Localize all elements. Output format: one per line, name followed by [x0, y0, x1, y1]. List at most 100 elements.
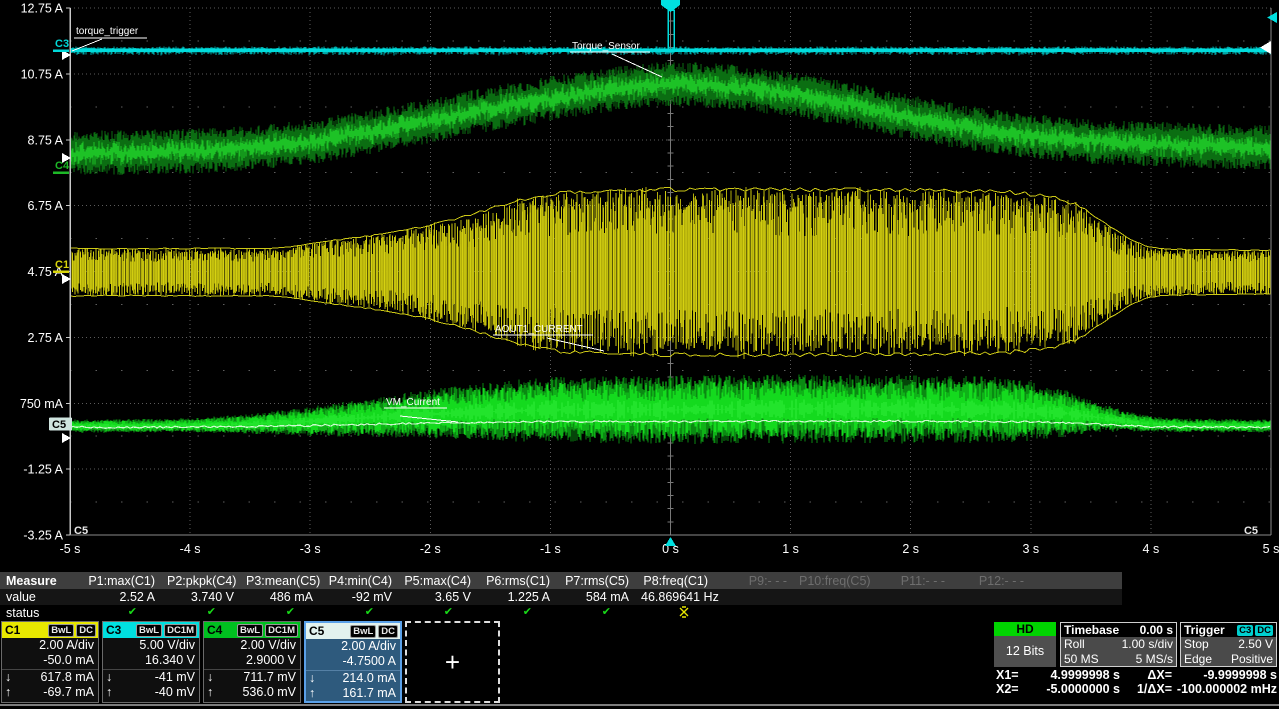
acquisition-hd-box[interactable]: HD 12 Bits — [994, 622, 1056, 667]
c3-cursor1-value: -41 mV — [155, 670, 195, 685]
channel-c1-axis-label: C1 — [55, 259, 69, 271]
y-axis-label: 12.75 A — [21, 2, 64, 16]
c5-coupling-badge: DC — [378, 625, 398, 638]
channel-descriptor-c5[interactable]: C5 BwL DC 2.00 A/div -4.7500 A ↓214.0 mA… — [304, 621, 402, 703]
c1-cursor2-value: -69.7 mA — [43, 685, 94, 700]
trigger-time-marker-icon[interactable] — [661, 0, 680, 12]
trace-annotation-label: Torque_Sensor — [572, 41, 640, 52]
cursor-readout: X1= 4.9999998 s ΔX= -9.9999998 s X2= -5.… — [996, 669, 1277, 696]
measure-value-2: 3.740 V — [167, 590, 246, 604]
measure-value-7: 584 mA — [562, 590, 641, 604]
measure-status-row-label: status — [0, 606, 88, 620]
cursor-up-arrow-icon: ↑ — [106, 685, 112, 700]
c4-cursor1-value: 711.7 mV — [243, 670, 296, 685]
cursor-invdx-label: 1/ΔX= — [1120, 683, 1172, 697]
add-trace-button[interactable]: + — [405, 621, 500, 703]
measure-header-11[interactable]: P11:- - - — [878, 574, 957, 588]
x-axis-label: 1 s — [782, 542, 799, 556]
y-axis-label: -1.25 A — [23, 463, 63, 477]
cursor-up-arrow-icon: ↑ — [5, 685, 11, 700]
trace-annotation-label: torque_trigger — [76, 26, 139, 37]
measure-header-7[interactable]: P7:rms(C5) — [562, 574, 641, 588]
channel-descriptor-c3[interactable]: C3 BwL DC1M 5.00 V/div 16.340 V ↓-41 mV … — [102, 621, 200, 703]
c4-cursor2-value: 536.0 mV — [242, 685, 296, 700]
hd-bits-label: 12 Bits — [994, 636, 1056, 666]
measure-status-1: ✔ — [88, 606, 167, 619]
status-check-icon: ✔ — [286, 606, 295, 618]
trigger-slope: Positive — [1231, 652, 1273, 667]
timebase-samples: 50 MS — [1064, 652, 1099, 667]
c3-bandwidth-limit-badge: BwL — [136, 624, 162, 637]
channel-descriptor-c1[interactable]: C1 BwL DC 2.00 A/div -50.0 mA ↓617.8 mA … — [1, 621, 99, 703]
c3-vertical-scale: 5.00 V/div — [103, 638, 199, 653]
channel-c1-header[interactable]: C1 BwL DC — [2, 622, 98, 638]
x-axis-label: -5 s — [60, 542, 81, 556]
trigger-level: 2.50 V — [1238, 637, 1273, 652]
cursor-down-arrow-icon: ↓ — [207, 670, 213, 685]
x-axis-label: -1 s — [540, 542, 561, 556]
measure-table: Measure P1:max(C1)P2:pkpk(C4)P3:mean(C5)… — [0, 572, 1279, 620]
measure-header-3[interactable]: P3:mean(C5) — [246, 574, 325, 588]
cursor-x1-value: 4.9999998 s — [1030, 669, 1120, 683]
channel-c4-axis-label: C4 — [55, 160, 70, 172]
c5-vertical-scale: 2.00 A/div — [306, 639, 400, 654]
timebase-scale: 1.00 s/div — [1122, 637, 1173, 652]
x-axis-label: 3 s — [1022, 542, 1039, 556]
measure-value-6: 1.225 A — [483, 590, 562, 604]
c5-offset: -4.7500 A — [306, 654, 400, 669]
cursor-down-arrow-icon: ↓ — [309, 671, 315, 686]
channel-c3-header[interactable]: C3 BwL DC1M — [103, 622, 199, 638]
waveform-display-grid[interactable]: 12.75 A10.75 A8.75 A6.75 A4.75 A2.75 A75… — [0, 0, 1279, 565]
measure-header-2[interactable]: P2:pkpk(C4) — [167, 574, 246, 588]
grid-corner-trace-label: C5 — [74, 525, 88, 537]
timebase-offset: 0.00 s — [1140, 623, 1173, 637]
trace-c3-trigger-pulse — [668, 10, 674, 50]
hd-mode-label: HD — [994, 622, 1056, 636]
cursor-x1-label: X1= — [996, 669, 1030, 683]
c1-bandwidth-limit-badge: BwL — [48, 624, 74, 637]
measure-header-1[interactable]: P1:max(C1) — [88, 574, 167, 588]
x-axis-label: -3 s — [300, 542, 321, 556]
x-axis-label: 4 s — [1143, 542, 1160, 556]
cursor-dx-label: ΔX= — [1120, 669, 1172, 683]
timebase-mode: Roll — [1064, 637, 1085, 652]
status-check-icon: ✔ — [365, 606, 374, 618]
measure-header-row: Measure P1:max(C1)P2:pkpk(C4)P3:mean(C5)… — [0, 572, 1122, 589]
timebase-box[interactable]: Timebase 0.00 s Roll 1.00 s/div 50 MS 5 … — [1060, 622, 1177, 667]
measure-value-4: -92 mV — [325, 590, 404, 604]
measure-status-3: ✔ — [246, 606, 325, 619]
trace-annotation-label: VM_Current — [386, 397, 440, 408]
measure-header-9[interactable]: P9:- - - — [720, 574, 799, 588]
trigger-coupling-badge: DC — [1255, 625, 1273, 636]
channel-c1-name: C1 — [4, 623, 20, 637]
trigger-box[interactable]: Trigger C3 DC Stop 2.50 V Edge Positive — [1180, 622, 1277, 667]
cursor-down-arrow-icon: ↓ — [5, 670, 11, 685]
c1-vertical-scale: 2.00 A/div — [2, 638, 98, 653]
measure-header-4[interactable]: P4:min(C4) — [325, 574, 404, 588]
channel-c5-header[interactable]: C5 BwL DC — [306, 623, 400, 639]
measure-header-12[interactable]: P12:- - - — [957, 574, 1036, 588]
x-axis-label: 5 s — [1263, 542, 1279, 556]
trigger-title: Trigger — [1184, 623, 1225, 637]
channel-c4-header[interactable]: C4 BwL DC1M — [204, 622, 300, 638]
measure-status-8 — [641, 606, 720, 619]
measure-value-5: 3.65 V — [404, 590, 483, 604]
c4-bandwidth-limit-badge: BwL — [237, 624, 263, 637]
y-axis-label: 750 mA — [20, 397, 64, 411]
trigger-level-marker-icon[interactable] — [1267, 12, 1277, 23]
measure-table-title: Measure — [0, 574, 88, 588]
measure-header-5[interactable]: P5:max(C4) — [404, 574, 483, 588]
measure-header-6[interactable]: P6:rms(C1) — [483, 574, 562, 588]
y-axis-label: 2.75 A — [28, 331, 64, 345]
channel-descriptor-c4[interactable]: C4 BwL DC1M 2.00 V/div 2.9000 V ↓711.7 m… — [203, 621, 301, 703]
x-axis-label: 2 s — [902, 542, 919, 556]
measure-header-10[interactable]: P10:freq(C5) — [799, 574, 878, 588]
measure-header-8[interactable]: P8:freq(C1) — [641, 574, 720, 588]
c4-coupling-badge: DC1M — [265, 624, 298, 637]
y-axis-label: 8.75 A — [28, 133, 64, 147]
channel-c5-name: C5 — [308, 624, 324, 638]
measure-value-1: 2.52 A — [88, 590, 167, 604]
channel-c5-axis-label: C5 — [52, 419, 66, 431]
status-check-icon: ✔ — [444, 606, 453, 618]
status-check-icon: ✔ — [602, 606, 611, 618]
